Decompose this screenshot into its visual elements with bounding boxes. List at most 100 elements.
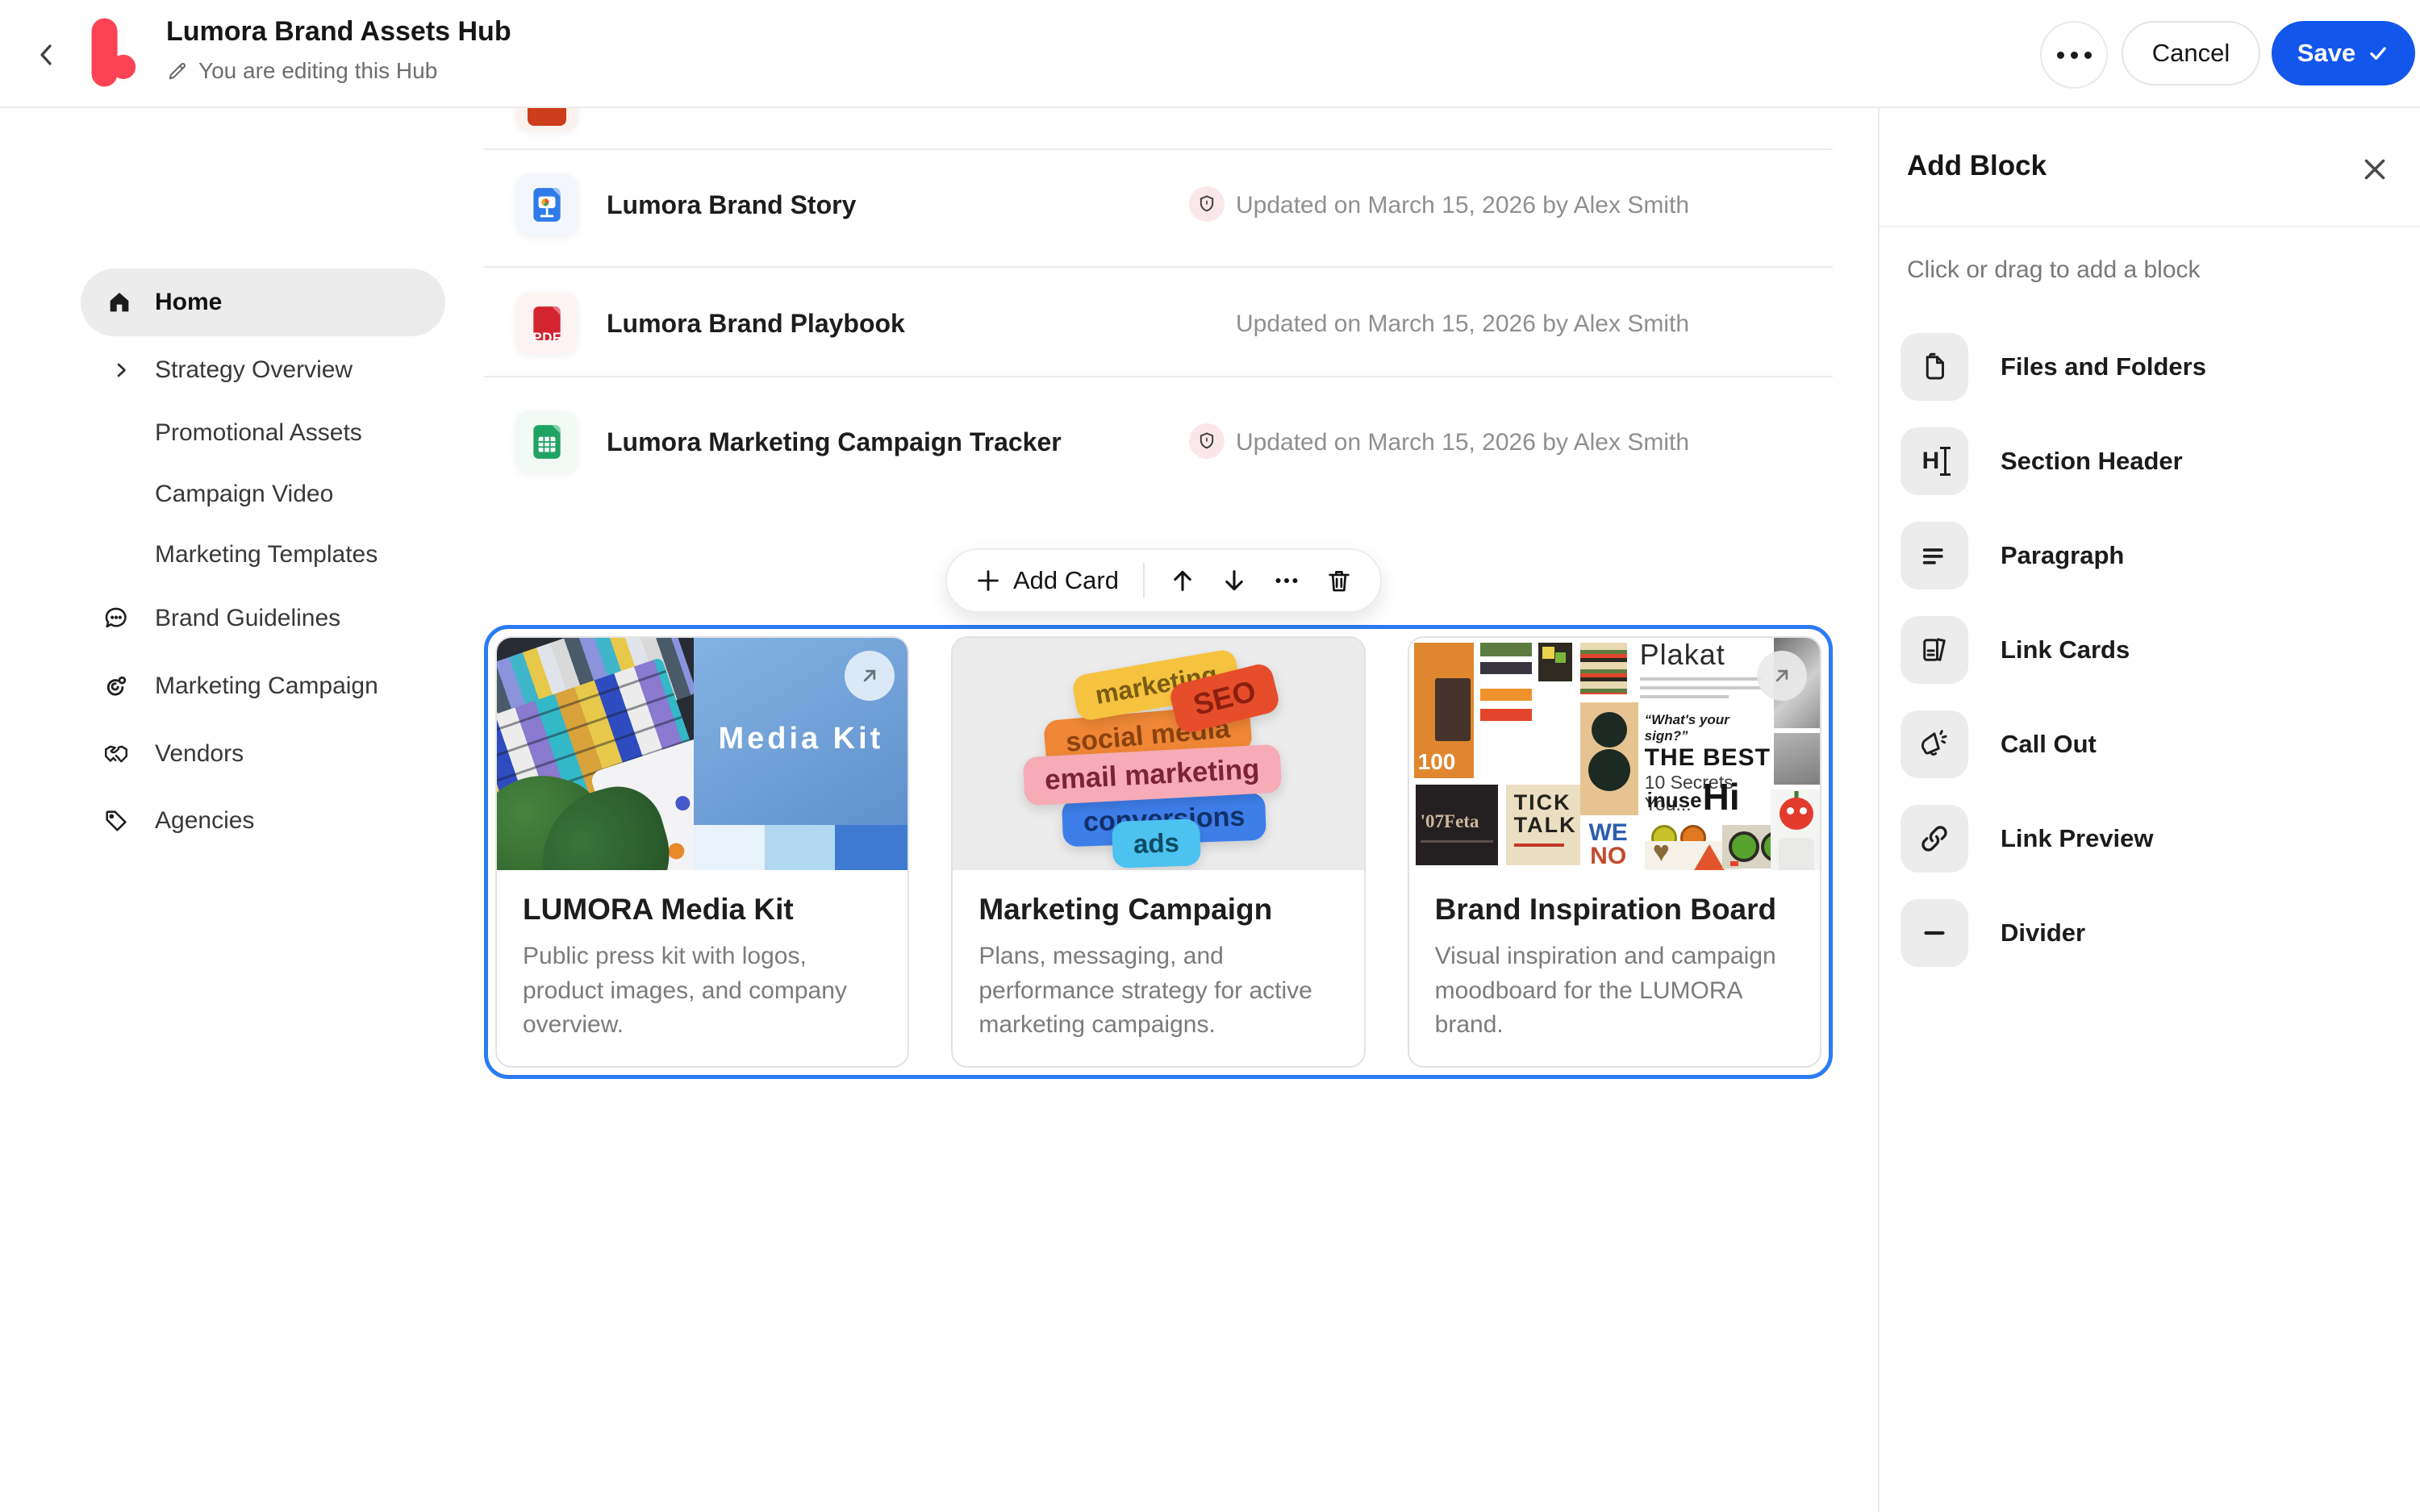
section-header-icon: H — [1901, 427, 1968, 495]
link-card-marketing-campaign[interactable]: marketing SEO social media email marketi… — [951, 636, 1365, 1068]
block-option-link-cards[interactable]: Link Cards — [1901, 616, 2393, 684]
close-panel-button[interactable] — [2357, 152, 2393, 187]
file-row-title[interactable]: Lumora Brand Story — [607, 190, 856, 220]
block-option-label: Section Header — [2001, 447, 2183, 476]
pdf-label: PDF — [527, 330, 567, 346]
sidebar-item-brand-guidelines[interactable]: Brand Guidelines — [81, 593, 445, 644]
sidebar-item-marketing-templates[interactable]: Marketing Templates — [81, 529, 445, 581]
toolbar-separator — [1143, 563, 1145, 598]
sidebar-item-label: Brand Guidelines — [155, 605, 340, 632]
chevron-right-icon — [106, 356, 136, 385]
open-card-button[interactable] — [1757, 651, 1807, 701]
shield-icon — [1189, 423, 1225, 459]
paragraph-icon — [1901, 522, 1968, 589]
back-button[interactable] — [29, 37, 65, 73]
sidebar-item-label: Marketing Templates — [155, 541, 378, 569]
collage-tile — [1480, 643, 1532, 721]
hub-title: Lumora Brand Assets Hub — [166, 16, 511, 48]
sidebar-item-strategy-overview[interactable]: Strategy Overview — [81, 344, 445, 396]
block-option-label: Divider — [2001, 918, 2085, 948]
files-and-folders-icon — [1901, 333, 1968, 401]
trash-icon — [1325, 567, 1353, 594]
sidebar-item-marketing-campaign[interactable]: Marketing Campaign — [81, 660, 445, 712]
sidebar-item-label: Strategy Overview — [155, 356, 353, 384]
block-toolbar: Add Card — [945, 548, 1382, 613]
collage-tile: inuse — [1647, 788, 1702, 813]
media-kit-photo — [497, 638, 694, 870]
delete-block-button[interactable] — [1325, 567, 1353, 594]
collage-tile: '07Feta — [1416, 785, 1498, 865]
call-out-icon — [1901, 710, 1968, 778]
link-card-brand-inspiration[interactable]: 100 Plakat — [1408, 636, 1821, 1068]
link-card-media-kit[interactable]: Media Kit LUMORA Media Kit Public press … — [495, 636, 909, 1068]
file-row-meta: Updated on March 15, 2026 by Alex Smith — [1236, 192, 1689, 219]
open-card-button[interactable] — [845, 651, 895, 701]
selected-link-cards-block[interactable]: Media Kit LUMORA Media Kit Public press … — [484, 625, 1833, 1079]
sidebar-item-agencies[interactable]: Agencies — [81, 795, 445, 847]
collage-tile: 100 — [1414, 643, 1474, 778]
collage-tile: TICK TALK — [1506, 785, 1580, 865]
move-up-button[interactable] — [1169, 567, 1196, 594]
row-divider — [484, 266, 1833, 268]
file-row-title[interactable]: Lumora Brand Playbook — [607, 309, 905, 339]
file-row-title[interactable]: Lumora Marketing Campaign Tracker — [607, 427, 1062, 457]
sidebar-item-vendors[interactable]: Vendors — [81, 728, 445, 780]
home-icon — [105, 288, 134, 317]
save-button[interactable]: Save — [2272, 21, 2415, 85]
media-kit-image: Media Kit — [497, 638, 908, 870]
panel-divider-vertical — [1878, 106, 1880, 1512]
collage-tile: WE NO — [1585, 822, 1632, 870]
link-cards-icon — [1901, 616, 1968, 684]
save-label: Save — [2297, 39, 2355, 68]
row-divider — [484, 376, 1833, 377]
lumora-logo — [86, 15, 137, 92]
collage-tile: Plakat — [1640, 638, 1769, 698]
arrow-up-icon — [1169, 567, 1196, 594]
sidebar-item-home[interactable]: Home — [81, 269, 445, 336]
block-option-link-preview[interactable]: Link Preview — [1901, 805, 2393, 873]
card-description: Public press kit with logos, product ima… — [523, 939, 882, 1043]
block-option-label: Files and Folders — [2001, 352, 2206, 381]
block-option-section-header[interactable]: H Section Header — [1901, 427, 2393, 495]
back-chevron-icon — [33, 41, 60, 69]
file-row-meta: Updated on March 15, 2026 by Alex Smith — [1236, 429, 1689, 456]
block-option-files-and-folders[interactable]: Files and Folders — [1901, 333, 2393, 401]
move-down-button[interactable] — [1220, 567, 1248, 594]
sidebar-item-label: Agencies — [155, 807, 254, 835]
link-preview-icon — [1901, 805, 1968, 873]
row-divider — [484, 148, 1833, 150]
divider-icon — [1901, 899, 1968, 967]
card-title: Brand Inspiration Board — [1435, 893, 1794, 927]
block-option-label: Paragraph — [2001, 541, 2124, 570]
collage-tile — [1580, 643, 1627, 694]
check-icon — [2367, 42, 2389, 65]
block-more-button[interactable] — [1272, 566, 1301, 595]
add-block-title: Add Block — [1907, 150, 2047, 182]
marketing-campaign-image: marketing SEO social media email marketi… — [953, 638, 1363, 870]
media-kit-caption: Media Kit — [694, 722, 908, 756]
sheets-file-icon — [516, 411, 578, 473]
media-kit-color-strip — [694, 825, 908, 870]
ellipsis-icon — [1272, 566, 1301, 595]
block-option-call-out[interactable]: Call Out — [1901, 710, 2393, 778]
cancel-button[interactable]: Cancel — [2122, 21, 2260, 85]
top-bar: Lumora Brand Assets Hub You are editing … — [0, 0, 2420, 108]
plus-icon — [974, 567, 1002, 594]
add-block-hint: Click or drag to add a block — [1907, 256, 2201, 284]
collage-tile — [1580, 702, 1638, 815]
file-row-meta: Updated on March 15, 2026 by Alex Smith — [1236, 310, 1689, 338]
block-option-paragraph[interactable]: Paragraph — [1901, 522, 2393, 589]
card-title: LUMORA Media Kit — [523, 893, 882, 927]
sidebar-item-campaign-video[interactable]: Campaign Video — [81, 469, 445, 520]
sidebar-item-promotional-assets[interactable]: Promotional Assets — [81, 407, 445, 459]
block-option-label: Call Out — [2001, 730, 2097, 759]
add-card-label: Add Card — [1013, 566, 1119, 595]
add-card-button[interactable]: Add Card — [974, 566, 1119, 595]
handshake-icon — [102, 739, 131, 768]
speech-bubble-icon — [102, 604, 131, 633]
tag-icon — [102, 806, 131, 835]
block-option-divider[interactable]: Divider — [1901, 899, 2393, 967]
sidebar-item-label: Home — [155, 289, 222, 316]
header-more-button[interactable] — [2040, 21, 2108, 89]
shield-icon — [1189, 186, 1225, 222]
